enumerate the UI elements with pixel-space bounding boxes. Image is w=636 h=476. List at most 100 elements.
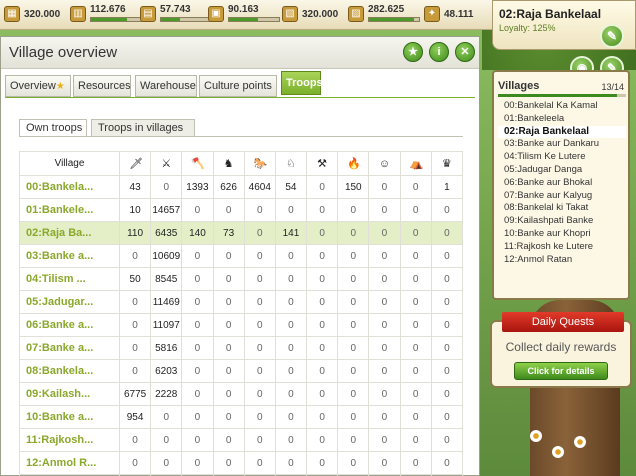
current-village-name: 02:Raja Bankelaal xyxy=(499,7,602,21)
light-cavalry-icon: 🐎 xyxy=(253,157,268,170)
tab-divider xyxy=(5,97,475,98)
village-list-item[interactable]: 06:Banke aur Bhokal xyxy=(498,177,626,190)
table-row: 06:Banke a... 0 11097 0 0 0 0 0 0 0 0 0 xyxy=(19,313,464,337)
tab-culture-points[interactable]: Culture points xyxy=(199,75,277,97)
spear-icon: ⚔ xyxy=(161,157,172,170)
village-list-item[interactable]: 07:Banke aur Kalyug xyxy=(498,190,626,203)
subtab-own-troops[interactable]: Own troops xyxy=(19,119,87,137)
resource-iron[interactable]: ▣ 90.163 xyxy=(208,4,284,26)
village-list-item[interactable]: 04:Tilism Ke Lutere xyxy=(498,151,626,164)
troop-count-cell: 110 xyxy=(118,221,152,245)
village-link[interactable]: 05:Jadugar... xyxy=(19,290,120,314)
troop-count-cell: 0 xyxy=(337,221,370,245)
flower-decoration xyxy=(574,436,586,448)
troop-count-cell: 0 xyxy=(212,313,245,337)
village-list-item[interactable]: 10:Banke aur Khopri xyxy=(498,228,626,241)
favorite-button[interactable]: ★ xyxy=(403,42,423,62)
edit-pencil-button[interactable]: ✎ xyxy=(600,24,624,48)
village-link[interactable]: 08:Bankela... xyxy=(19,359,120,383)
villages-panel-title: Villages xyxy=(498,80,540,92)
unit-column-header: ♘ xyxy=(274,151,308,176)
resource-population: ✦ 48.111 xyxy=(424,4,490,26)
troop-count-cell: 0 xyxy=(243,359,276,383)
village-list-item[interactable]: 00:Bankelal Ka Kamal xyxy=(498,100,626,113)
troop-count-cell: 0 xyxy=(243,428,276,452)
resource-clay[interactable]: ▤ 57.743 xyxy=(140,4,216,26)
table-row: 11:Rajkosh... 0 0 0 0 0 0 0 0 0 0 0 xyxy=(19,428,464,452)
clay-icon: ▤ xyxy=(140,6,156,22)
village-list-item[interactable]: 09:Kailashpati Banke xyxy=(498,215,626,228)
storage-icon: ▧ xyxy=(282,6,298,22)
tab-overview-label: Overview xyxy=(10,80,56,92)
village-link[interactable]: 06:Banke a... xyxy=(19,313,120,337)
troop-count-cell: 0 xyxy=(368,198,401,222)
village-link[interactable]: 00:Bankela... xyxy=(19,175,120,199)
close-button[interactable]: ✕ xyxy=(455,42,475,62)
troop-count-cell: 0 xyxy=(181,313,214,337)
troop-count-cell: 0 xyxy=(118,359,152,383)
table-row: 12:Anmol R... 0 0 0 0 0 0 0 0 0 0 0 xyxy=(19,451,464,475)
troop-count-cell: 0 xyxy=(337,382,370,406)
village-link[interactable]: 01:Bankele... xyxy=(19,198,120,222)
troop-count-cell: 0 xyxy=(430,336,464,360)
troop-count-cell: 0 xyxy=(399,451,432,475)
troop-count-cell: 0 xyxy=(181,244,214,268)
info-button[interactable]: i xyxy=(429,42,449,62)
troop-count-cell: 10 xyxy=(118,198,152,222)
village-list-item[interactable]: 11:Rajkosh ke Lutere xyxy=(498,241,626,254)
troop-count-cell: 5816 xyxy=(150,336,183,360)
troop-count-cell: 0 xyxy=(150,451,183,475)
troop-count-cell: 0 xyxy=(306,244,339,268)
subtab-troops-in-villages[interactable]: Troops in villages xyxy=(91,119,195,137)
village-link[interactable]: 07:Banke a... xyxy=(19,336,120,360)
village-list-item[interactable]: 08:Bankelal ki Takat xyxy=(498,202,626,215)
troop-count-cell: 6203 xyxy=(150,359,183,383)
click-for-details-button[interactable]: Click for details xyxy=(514,362,608,380)
tab-warehouse[interactable]: Warehouse xyxy=(135,75,197,97)
troop-count-cell: 0 xyxy=(368,313,401,337)
troop-count-cell: 0 xyxy=(306,336,339,360)
table-row: 02:Raja Ba... 110 6435 140 73 0 141 0 0 0 0 0 xyxy=(19,221,464,245)
tab-troops[interactable]: Troops xyxy=(281,71,323,95)
troop-count-cell: 0 xyxy=(368,405,401,429)
daily-quests-panel: Daily Quests Collect daily rewards Click… xyxy=(490,312,632,388)
village-list-item[interactable]: 02:Raja Bankelaal xyxy=(498,125,626,139)
daily-quests-ribbon: Daily Quests xyxy=(502,312,624,332)
troop-count-cell: 43 xyxy=(118,175,152,199)
village-link[interactable]: 02:Raja Ba... xyxy=(19,221,120,245)
troop-count-cell: 0 xyxy=(212,244,245,268)
unit-column-header: ♛ xyxy=(430,151,464,176)
tab-resources[interactable]: Resources xyxy=(73,75,131,97)
resource-wood[interactable]: ▥ 112.676 xyxy=(70,4,146,26)
tab-overview[interactable]: Overview★ xyxy=(5,75,71,97)
star-icon: ★ xyxy=(55,81,65,92)
troop-count-cell: 0 xyxy=(430,313,464,337)
troop-count-cell: 0 xyxy=(306,175,339,199)
village-link[interactable]: 12:Anmol R... xyxy=(19,451,120,475)
village-list-item[interactable]: 05:Jadugar Danga xyxy=(498,164,626,177)
troop-count-cell: 0 xyxy=(212,336,245,360)
troop-count-cell: 0 xyxy=(430,382,464,406)
troop-count-cell: 0 xyxy=(181,359,214,383)
troop-count-cell: 0 xyxy=(274,359,308,383)
unit-column-header: ⚔ xyxy=(150,151,183,176)
troop-count-cell: 150 xyxy=(337,175,370,199)
iron-icon: ▣ xyxy=(208,6,224,22)
troop-count-cell: 0 xyxy=(181,198,214,222)
village-link[interactable]: 03:Banke a... xyxy=(19,244,120,268)
village-link[interactable]: 09:Kailash... xyxy=(19,382,120,406)
village-list-item[interactable]: 01:Bankeleela xyxy=(498,113,626,126)
village-link[interactable]: 10:Banke a... xyxy=(19,405,120,429)
troop-count-cell: 0 xyxy=(212,359,245,383)
troop-count-cell: 140 xyxy=(181,221,214,245)
resource-food[interactable]: ▨ 282.625 xyxy=(348,4,424,26)
troop-count-cell: 14657 xyxy=(150,198,183,222)
village-link[interactable]: 11:Rajkosh... xyxy=(19,428,120,452)
village-list-item[interactable]: 12:Anmol Ratan xyxy=(498,254,626,267)
troop-count-cell: 0 xyxy=(118,336,152,360)
village-link[interactable]: 04:Tilism ... xyxy=(19,267,120,291)
troop-count-cell: 0 xyxy=(243,336,276,360)
village-list-item[interactable]: 03:Banke aur Dankaru xyxy=(498,138,626,151)
unit-column-header: 🐎 xyxy=(243,151,276,176)
troop-count-cell: 1 xyxy=(430,175,464,199)
